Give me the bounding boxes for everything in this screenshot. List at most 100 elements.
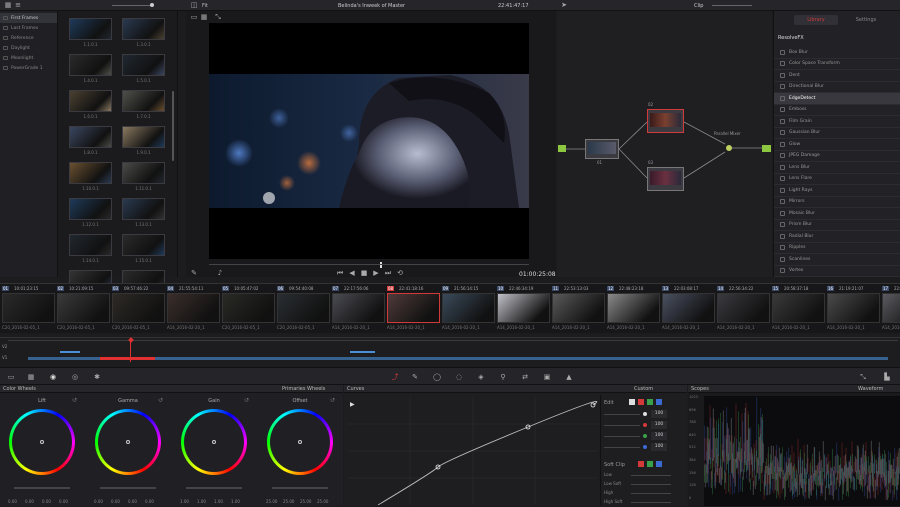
fx-item[interactable]: Lens Flare xyxy=(774,174,900,185)
soft-clip-g-toggle[interactable] xyxy=(647,461,653,467)
fx-item[interactable]: Directional Blur xyxy=(774,82,900,93)
gallery-album-item[interactable]: Moonlight xyxy=(0,53,57,63)
wheel-value[interactable]: 25.00 xyxy=(283,499,294,504)
pen-icon[interactable]: ✎ xyxy=(190,269,198,276)
gallery-album-item[interactable]: Last Frames xyxy=(0,23,57,33)
audio-icon[interactable]: ♪ xyxy=(216,269,224,276)
wheel-mode-selector[interactable]: Primaries Wheels xyxy=(282,386,325,392)
tab-library[interactable]: Library xyxy=(794,15,838,25)
thumbnail-size-slider[interactable] xyxy=(112,5,152,6)
fx-item[interactable]: Emboss xyxy=(774,105,900,116)
clip-thumbnail[interactable] xyxy=(332,293,385,323)
play-icon[interactable]: ▶ xyxy=(372,269,380,276)
soft-clip-slider[interactable] xyxy=(631,475,671,476)
soft-clip-r-toggle[interactable] xyxy=(638,461,644,467)
still-thumbnail[interactable] xyxy=(69,162,112,184)
color-wheel-offset[interactable]: Offset ↺ 25.00 25.00 25.00 25.00 xyxy=(258,393,342,506)
fx-item[interactable]: Ripples xyxy=(774,243,900,254)
reset-icon[interactable]: ↺ xyxy=(158,397,163,404)
selected-clip-track[interactable] xyxy=(100,357,155,360)
clip-item[interactable]: 06 09:54:40:08 C20_2016-02-05_1 xyxy=(277,285,330,333)
zoom-selector[interactable]: Fit xyxy=(202,3,208,9)
tracker-icon[interactable]: ◌ xyxy=(454,372,464,382)
fx-item[interactable]: Mosaic Blur xyxy=(774,208,900,220)
reverse-play-icon[interactable]: ◀ xyxy=(348,269,356,276)
intensity-value[interactable]: 100 xyxy=(651,410,667,418)
list-view-icon[interactable]: ≡ xyxy=(14,2,22,9)
clip-item[interactable]: 14 22:56:34:22 A14_2016-02-20_1 xyxy=(717,285,770,333)
master-wheel[interactable] xyxy=(14,487,70,489)
key-icon[interactable]: ⚲ xyxy=(498,372,508,382)
still-thumbnail[interactable] xyxy=(122,18,165,40)
still-thumbnail[interactable] xyxy=(122,162,165,184)
fx-item[interactable]: Vortex xyxy=(774,266,900,277)
stills-scrollbar[interactable] xyxy=(172,91,174,161)
qualifier-icon[interactable]: ✎ xyxy=(410,372,420,382)
clip-item[interactable]: 11 22:53:13:03 A14_2016-02-20_1 xyxy=(552,285,605,333)
fx-item[interactable]: Mirrors xyxy=(774,197,900,208)
wheel-center-puck[interactable] xyxy=(40,440,44,444)
clip-item[interactable]: 08 22:41:18:16 A14_2016-02-20_1 xyxy=(387,285,440,333)
channel-b-toggle[interactable] xyxy=(656,399,662,405)
sizing-icon[interactable]: ⇄ xyxy=(520,372,530,382)
clip-thumbnail[interactable] xyxy=(277,293,330,323)
still-thumbnail[interactable] xyxy=(69,18,112,40)
color-wheel-ring[interactable] xyxy=(267,409,333,475)
color-wheel-ring[interactable] xyxy=(95,409,161,475)
wheel-value[interactable]: 0.00 xyxy=(25,499,34,504)
fx-item[interactable]: Film Grain xyxy=(774,116,900,128)
wheel-center-puck[interactable] xyxy=(126,440,130,444)
color-wheel-gamma[interactable]: Gamma ↺ 0.00 0.00 0.00 0.00 xyxy=(86,393,170,506)
node-02[interactable] xyxy=(647,109,684,133)
clip-thumbnail[interactable] xyxy=(222,293,275,323)
gallery-album-item[interactable]: Daylight xyxy=(0,43,57,53)
wheel-value[interactable]: 0.00 xyxy=(128,499,137,504)
fx-item[interactable]: Radial Blur xyxy=(774,231,900,243)
grid-icon[interactable]: ▦ xyxy=(200,13,208,21)
curves-icon[interactable]: ⤴ xyxy=(390,372,400,382)
stop-icon[interactable]: ■ xyxy=(360,269,368,276)
clip-thumbnail[interactable] xyxy=(167,293,220,323)
go-to-end-icon[interactable]: ⏭ xyxy=(384,269,392,276)
still-thumbnail[interactable] xyxy=(69,234,112,256)
fx-item[interactable]: Box Blur xyxy=(774,47,900,59)
fx-icon[interactable]: ▲ xyxy=(564,372,574,382)
curve-play-icon[interactable]: ▶ xyxy=(350,401,355,408)
motion-effects-icon[interactable]: ✱ xyxy=(92,372,102,382)
wheel-value[interactable]: 0.00 xyxy=(111,499,120,504)
fx-item[interactable]: Light Rays xyxy=(774,185,900,197)
clip-thumbnail[interactable] xyxy=(442,293,495,323)
output-node-connector[interactable] xyxy=(762,145,771,152)
reset-icon[interactable]: ↺ xyxy=(244,397,249,404)
wheel-value[interactable]: 1.00 xyxy=(180,499,189,504)
intensity-value[interactable]: 100 xyxy=(651,421,667,429)
clip-thumbnail[interactable] xyxy=(57,293,110,323)
wheel-value[interactable]: 25.00 xyxy=(317,499,328,504)
still-thumbnail[interactable] xyxy=(122,54,165,76)
still-thumbnail[interactable] xyxy=(69,198,112,220)
curve-mode-selector[interactable]: Custom xyxy=(634,386,653,392)
clip-thumbnail[interactable] xyxy=(882,293,900,323)
wheel-center-puck[interactable] xyxy=(212,440,216,444)
fx-item[interactable]: Color Space Transform xyxy=(774,59,900,70)
intensity-value[interactable]: 100 xyxy=(651,432,667,440)
fx-item[interactable]: Dent xyxy=(774,70,900,82)
mini-timeline[interactable]: V2 V1 xyxy=(0,335,900,367)
clip-thumbnail[interactable] xyxy=(2,293,55,323)
master-wheel[interactable] xyxy=(100,487,156,489)
fx-item[interactable]: Scanlines xyxy=(774,254,900,266)
color-wheels-icon[interactable]: ◉ xyxy=(48,372,58,382)
tab-settings[interactable]: Settings xyxy=(844,15,888,25)
clip-item[interactable]: 15 20:58:37:18 A14_2016-02-20_1 xyxy=(772,285,825,333)
node-zoom-slider[interactable] xyxy=(712,5,752,6)
clip-thumbnail[interactable] xyxy=(552,293,605,323)
3d-icon[interactable]: ▣ xyxy=(542,372,552,382)
intensity-value[interactable]: 100 xyxy=(651,443,667,451)
node-03[interactable] xyxy=(647,167,684,191)
soft-clip-b-toggle[interactable] xyxy=(656,461,662,467)
color-wheel-ring[interactable] xyxy=(9,409,75,475)
clip-item[interactable]: 02 10:21:09:15 C20_2016-02-05_1 xyxy=(57,285,110,333)
camera-raw-icon[interactable]: ▭ xyxy=(6,372,16,382)
window-icon[interactable]: ◯ xyxy=(432,372,442,382)
color-wheel-ring[interactable] xyxy=(181,409,247,475)
